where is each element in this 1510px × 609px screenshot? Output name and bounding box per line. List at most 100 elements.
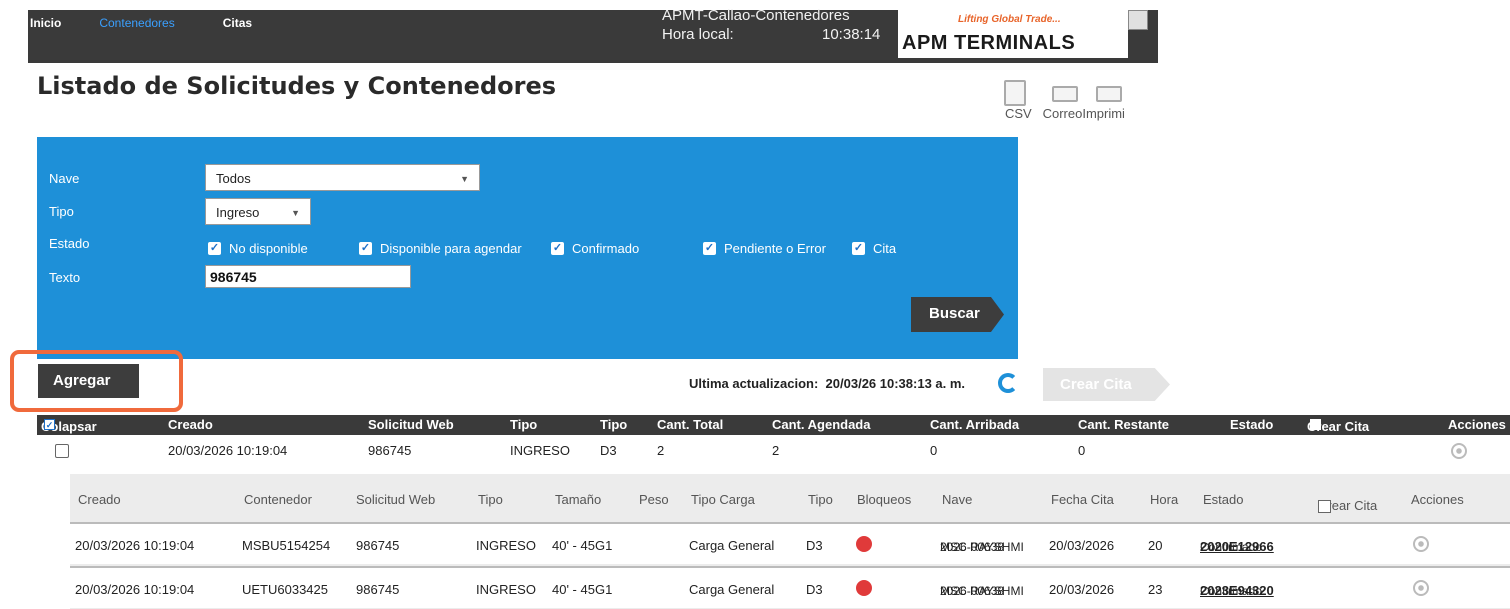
- header-cant-agendada[interactable]: Cant. Agendada: [772, 417, 870, 432]
- cell-hora: 23: [1148, 582, 1163, 597]
- cell-creado: 20/03/2026 10:19:04: [75, 538, 195, 553]
- nav-contenedores[interactable]: Contenedores: [99, 16, 174, 30]
- sub-header-tipo-2[interactable]: Tipo: [808, 492, 833, 507]
- cell-tipo-carga: Carga General: [689, 538, 775, 553]
- cell-agendada: 2: [772, 443, 780, 458]
- cell-tipo-2: D3: [806, 538, 823, 553]
- correo-label[interactable]: Correo: [1043, 106, 1083, 121]
- imprimir-label[interactable]: Imprimi: [1082, 106, 1125, 121]
- sub-header-tipo-carga[interactable]: Tipo Carga: [691, 492, 755, 507]
- checkbox-checked-icon[interactable]: ✓: [208, 242, 221, 255]
- sub-header-tamano[interactable]: Tamaño: [555, 492, 601, 507]
- correo-button[interactable]: [1052, 86, 1078, 105]
- nave-code: 2026-00638: [940, 540, 1005, 554]
- spreadsheet-icon: [1004, 80, 1026, 106]
- cell-creado: 20/03/2026 10:19:04: [168, 443, 288, 458]
- checkbox-checked-icon[interactable]: ✓: [703, 242, 716, 255]
- cell-solicitud: 986745: [356, 582, 400, 597]
- texto-input[interactable]: 986745: [205, 265, 411, 288]
- header-creado[interactable]: Creado: [168, 417, 213, 432]
- printer-icon: [1096, 86, 1122, 102]
- menu-icon[interactable]: [1128, 10, 1148, 30]
- sub-header-solicitud[interactable]: Solicitud Web: [356, 492, 435, 507]
- checkbox-checked-icon[interactable]: ✓: [551, 242, 564, 255]
- update-value: 20/03/26 10:38:13 a. m.: [825, 376, 966, 391]
- estado-option-label: Confirmado: [572, 241, 640, 256]
- header-cant-total[interactable]: Cant. Total: [657, 417, 723, 432]
- csv-export-button[interactable]: [1004, 80, 1026, 109]
- blocked-dot-icon: [856, 536, 872, 552]
- sub-header-nave[interactable]: Nave: [942, 492, 972, 507]
- header-cant-arribada[interactable]: Cant. Arribada: [930, 417, 1019, 432]
- logo-tagline: Lifting Global Trade...: [958, 14, 1061, 25]
- header-solicitud-web[interactable]: Solicitud Web: [368, 417, 454, 432]
- main-table-header: Colapsar ✓ Creado Solicitud Web Tipo Tipo…: [37, 415, 1510, 435]
- header-cant-restante[interactable]: Cant. Restante: [1078, 417, 1169, 432]
- apm-logo: Lifting Global Trade... APM TERMINALS: [898, 10, 1128, 58]
- detail-table-header: Creado Contenedor Solicitud Web Tipo Tam…: [70, 474, 1510, 522]
- nave-select[interactable]: Todos ▼: [205, 164, 480, 191]
- cell-contenedor: UETU6033425: [242, 582, 328, 597]
- sub-header-peso[interactable]: Peso: [639, 492, 669, 507]
- sub-header-fecha-cita[interactable]: Fecha Cita: [1051, 492, 1114, 507]
- header-tipo-2[interactable]: Tipo: [600, 417, 627, 432]
- cell-restante: 0: [1078, 443, 1086, 458]
- cell-arribada: 0: [930, 443, 938, 458]
- checkbox-icon[interactable]: [1318, 500, 1331, 513]
- action-radio-icon[interactable]: [1413, 536, 1429, 552]
- hora-value: 10:38:14: [822, 26, 881, 43]
- highlight-box: [10, 350, 183, 412]
- header-tipo[interactable]: Tipo: [510, 417, 537, 432]
- action-radio-icon[interactable]: [1413, 580, 1429, 596]
- sub-header-acciones: Acciones: [1411, 492, 1464, 507]
- imprimir-button[interactable]: [1096, 86, 1122, 105]
- cell-hora: 20: [1148, 538, 1163, 553]
- refresh-icon[interactable]: [998, 373, 1018, 393]
- estado-option-label: Pendiente o Error: [724, 241, 826, 256]
- texto-label: Texto: [49, 270, 81, 285]
- action-radio-icon[interactable]: [1451, 443, 1467, 459]
- estado-confirmado[interactable]: ✓ Confirmado: [551, 241, 639, 256]
- cell-tamano: 40' - 45G1: [552, 582, 613, 597]
- header-estado[interactable]: Estado: [1230, 417, 1273, 432]
- nav-inicio[interactable]: Inicio: [30, 16, 61, 30]
- cell-fecha: 20/03/2026: [1049, 538, 1115, 553]
- estado-disponible[interactable]: ✓ Disponible para agendar: [359, 241, 522, 256]
- sub-header-bloqueos[interactable]: Bloqueos: [857, 492, 911, 507]
- checkbox-checked-icon[interactable]: ✓: [44, 419, 55, 430]
- crear-cita-button[interactable]: Crear Cita: [1043, 368, 1170, 401]
- estado-label: Estado: [49, 236, 90, 251]
- nave-value: Todos: [216, 171, 251, 186]
- table-row[interactable]: 20/03/2026 10:19:04 UETU6033425 986745 I…: [70, 566, 1510, 608]
- checkbox-icon[interactable]: [1310, 419, 1321, 430]
- sub-header-tipo[interactable]: Tipo: [478, 492, 503, 507]
- filter-panel: Nave Todos ▼ Tipo Ingreso ▼ Estado ✓ No dis…: [37, 137, 1018, 359]
- estado-cita[interactable]: ✓ Cita: [852, 241, 896, 256]
- export-labels: CSV CorreoImprimi: [1005, 106, 1125, 121]
- nav-citas[interactable]: Citas: [223, 16, 252, 30]
- sub-header-contenedor[interactable]: Contenedor: [244, 492, 312, 507]
- cell-tipo: INGRESO: [510, 443, 570, 458]
- row-checkbox[interactable]: [55, 444, 69, 458]
- table-row[interactable]: 20/03/2026 10:19:04 MSBU5154254 986745 I…: [70, 522, 1510, 564]
- top-bar: Inicio Contenedores Citas APMT-Callao-Co…: [28, 7, 1158, 63]
- tipo-label: Tipo: [49, 204, 74, 219]
- estado-option-label: Cita: [873, 241, 897, 256]
- checkbox-checked-icon[interactable]: ✓: [359, 242, 372, 255]
- checkbox-checked-icon[interactable]: ✓: [852, 242, 865, 255]
- tipo-select[interactable]: Ingreso ▼: [205, 198, 311, 225]
- cita-code-link[interactable]: 2020E12966: [1200, 540, 1274, 554]
- cita-code-link[interactable]: 2023E94320: [1200, 584, 1274, 598]
- cell-tipo-2: D3: [600, 443, 617, 458]
- site-name: APMT-Callao-Contenedores: [662, 7, 850, 24]
- envelope-icon: [1052, 86, 1078, 102]
- sub-header-hora[interactable]: Hora: [1150, 492, 1178, 507]
- sub-header-estado[interactable]: Estado: [1203, 492, 1243, 507]
- estado-no-disponible[interactable]: ✓ No disponible: [208, 241, 308, 256]
- buscar-button[interactable]: Buscar: [911, 297, 1004, 332]
- table-row[interactable]: 20/03/2026 10:19:04 986745 INGRESO D3 2 …: [37, 438, 1510, 464]
- csv-label[interactable]: CSV: [1005, 106, 1032, 121]
- dropdown-arrow-icon: ▼: [291, 208, 300, 218]
- estado-pendiente[interactable]: ✓ Pendiente o Error: [703, 241, 826, 256]
- sub-header-creado[interactable]: Creado: [78, 492, 121, 507]
